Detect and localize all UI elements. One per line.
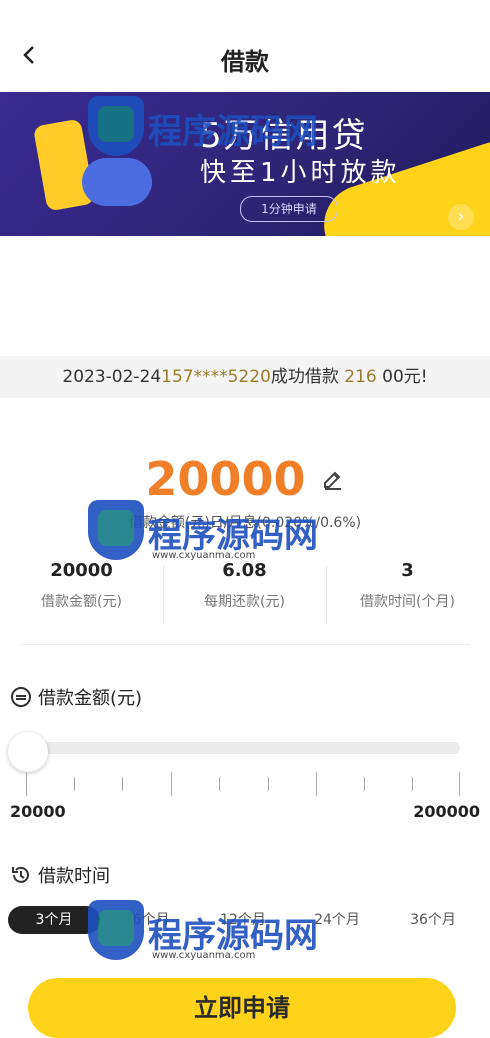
top-bar: 借款 [0,0,490,90]
tick-major [171,772,172,796]
loan-ticker: 2023-02-24157****5220成功借款 216 00元! [0,356,490,398]
banner-pill: 1分钟申请 [240,196,338,222]
coin-icon [10,686,32,708]
slider-min-label: 20000 [10,802,66,821]
tick-minor [122,777,123,791]
tick-minor [74,777,75,791]
amount-slider-track[interactable] [10,742,460,754]
edit-icon[interactable] [321,467,345,491]
stat-value: 20000 [50,560,113,581]
banner-next-button[interactable]: › [448,204,474,230]
tick-major [316,772,317,796]
tick-minor [412,777,413,791]
apply-now-button[interactable]: 立即申请 [28,978,456,1038]
stat-term: 3 借款时间(个月) [326,560,489,611]
ticker-date: 2023-02-24 [62,367,162,387]
tab-6-months[interactable]: 6个月 [116,906,186,934]
tick-minor [364,777,365,791]
loan-time-label: 借款时间 [10,862,110,888]
stat-label: 借款时间(个月) [360,594,455,610]
banner-headline: 5万信用贷 [200,116,368,156]
section-divider [20,644,470,645]
slider-max-label: 200000 [413,802,480,821]
tab-24-months[interactable]: 24个月 [300,906,374,934]
ticker-amount: 216 [344,367,377,387]
tab-12-months[interactable]: 12个月 [206,906,280,934]
tick-major [459,772,460,796]
tick-major [26,772,27,796]
phone-illustration [32,118,96,212]
stat-value: 6.08 [222,560,267,581]
stat-installment: 6.08 每期还款(元) [163,560,326,611]
amount-value: 20000 [145,452,306,506]
loan-amount-label: 借款金额(元) [10,684,142,710]
slider-ticks [26,772,460,796]
term-tabs: 3个月 6个月 12个月 24个月 36个月 [8,900,478,940]
person-illustration [82,158,152,206]
page-title: 借款 [221,48,269,76]
stat-value: 3 [401,560,414,581]
tick-minor [219,777,220,791]
loan-amount-label-text: 借款金额(元) [38,688,143,709]
tab-36-months[interactable]: 36个月 [396,906,470,934]
banner-subline: 快至1小时放款 [200,158,401,188]
tab-3-months[interactable]: 3个月 [8,906,100,934]
clock-refresh-icon [10,864,32,886]
watermark-url: www.cxyuanma.com [152,950,256,961]
rate-text: 借款金额(元)日/月息(0.020%/0.6%) [128,515,362,531]
ticker-phone: 157****5220 [161,367,271,387]
stat-label: 每期还款(元) [204,594,285,610]
stat-amount: 20000 借款金额(元) [0,560,163,611]
loan-stats: 20000 借款金额(元) 6.08 每期还款(元) 3 借款时间(个月) [0,560,490,632]
ticker-tail: 00元! [382,367,428,387]
tick-minor [268,777,269,791]
amount-slider-thumb[interactable] [8,732,48,772]
stat-label: 借款金额(元) [41,594,122,610]
amount-display: 20000 [0,452,490,506]
loan-time-label-text: 借款时间 [38,866,110,887]
promo-banner[interactable]: 5万信用贷 快至1小时放款 1分钟申请 › [0,92,490,236]
ticker-mid: 成功借款 [270,367,339,387]
